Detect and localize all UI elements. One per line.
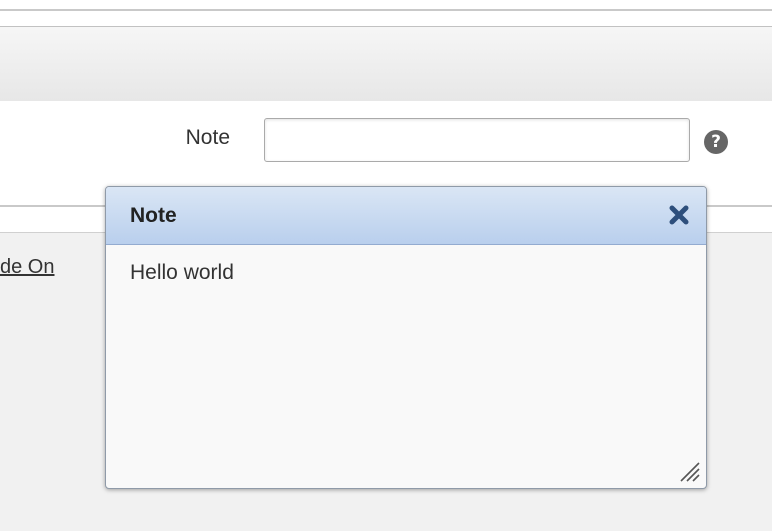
side-link[interactable]: de On bbox=[0, 256, 54, 279]
dialog-body-text: Hello world bbox=[130, 261, 234, 284]
top-border-strip bbox=[0, 0, 772, 11]
resize-grip-icon[interactable] bbox=[678, 460, 700, 482]
note-label: Note bbox=[185, 126, 230, 149]
dialog-title: Note bbox=[130, 204, 177, 227]
header-bar bbox=[0, 26, 772, 102]
close-icon[interactable] bbox=[666, 202, 692, 228]
help-icon[interactable]: ? bbox=[704, 130, 728, 154]
note-input[interactable] bbox=[264, 118, 690, 162]
note-dialog: Note Hello world bbox=[105, 186, 707, 489]
dialog-titlebar[interactable]: Note bbox=[106, 187, 706, 245]
